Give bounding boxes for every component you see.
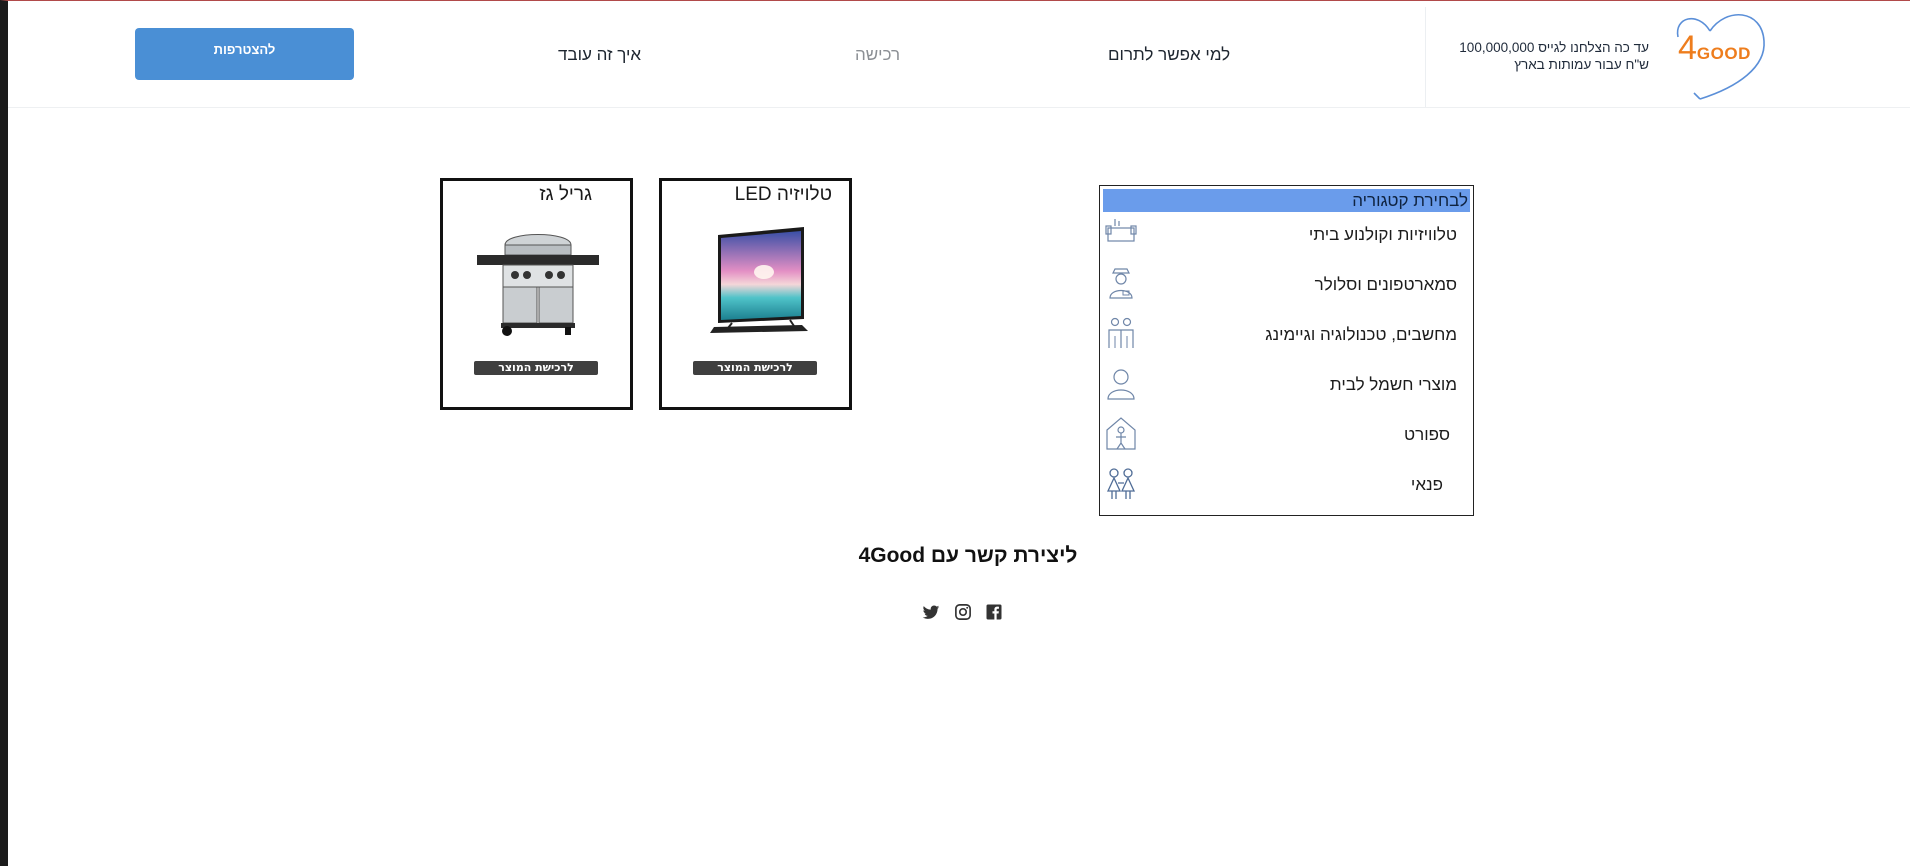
- category-item-smartphones[interactable]: סמארטפונים וסלולר: [1103, 266, 1470, 308]
- nav-how-it-works[interactable]: איך זה עובד: [558, 45, 641, 65]
- product-card-tv: טלויזיה LED לרכישת המוצר: [659, 178, 852, 410]
- category-item-sport[interactable]: ספורט: [1103, 416, 1470, 458]
- join-button[interactable]: להצטרפות: [135, 28, 354, 80]
- person-cap-icon: [1109, 268, 1133, 299]
- logo[interactable]: 4GOOD: [1668, 5, 1770, 103]
- facebook-icon[interactable]: [985, 603, 1003, 621]
- category-label: פנאי: [1410, 475, 1443, 494]
- tv-image: [710, 227, 808, 333]
- logo-good: GOOD: [1696, 44, 1751, 63]
- twitter-icon[interactable]: [922, 603, 940, 621]
- logo-text: 4GOOD: [1678, 29, 1751, 68]
- fundraising-tagline: עד כה הצלחנו לגייס 100,000,000 ש"ח עבור …: [1459, 40, 1649, 72]
- category-label: טלוויזיות וקולנוע ביתי: [1308, 225, 1457, 244]
- people-icon: [1108, 317, 1134, 348]
- category-item-computers[interactable]: מחשבים, טכנולוגיה וגיימינג: [1103, 316, 1470, 358]
- gas-grill-image: [477, 234, 599, 336]
- category-label: מוצרי חשמל לבית: [1329, 375, 1457, 394]
- site-header: 4GOOD עד כה הצלחנו לגייס 100,000,000 ש"ח…: [8, 1, 1910, 108]
- product-card-grill: גריל גז לרכישת המוצר: [440, 178, 633, 410]
- category-item-tv[interactable]: טלוויזיות וקולנוע ביתי: [1103, 216, 1470, 258]
- category-label: סמארטפונים וסלולר: [1314, 275, 1457, 294]
- tv-sofa-icon: [1105, 219, 1137, 242]
- product-title: טלויזיה LED: [734, 184, 832, 205]
- person-icon: [1107, 369, 1135, 400]
- nav-who-to-donate[interactable]: למי אפשר לתרום: [1108, 45, 1230, 65]
- nav-purchase[interactable]: רכישה: [855, 45, 900, 65]
- house-person-icon: [1106, 417, 1136, 450]
- category-label: ספורט: [1404, 425, 1450, 444]
- category-selector: לבחירת קטגוריה טלוויזיות וקולנוע ביתי סמ…: [1099, 185, 1474, 516]
- category-label: מחשבים, טכנולוגיה וגיימינג: [1265, 325, 1457, 344]
- category-item-appliances[interactable]: מוצרי חשמל לבית: [1103, 366, 1470, 408]
- header-divider: [1425, 7, 1426, 107]
- product-title: גריל גז: [539, 184, 592, 205]
- buy-product-button[interactable]: לרכישת המוצר: [693, 361, 817, 375]
- contact-title: ליצירת קשר עם 4Good: [858, 544, 1078, 567]
- category-header[interactable]: לבחירת קטגוריה: [1103, 189, 1470, 212]
- category-item-leisure[interactable]: פנאי: [1103, 466, 1470, 508]
- children-icon: [1106, 468, 1136, 499]
- page: 4GOOD עד כה הצלחנו לגייס 100,000,000 ש"ח…: [0, 0, 1910, 866]
- logo-four: 4: [1678, 29, 1697, 67]
- buy-product-button[interactable]: לרכישת המוצר: [474, 361, 598, 375]
- instagram-icon[interactable]: [954, 603, 972, 621]
